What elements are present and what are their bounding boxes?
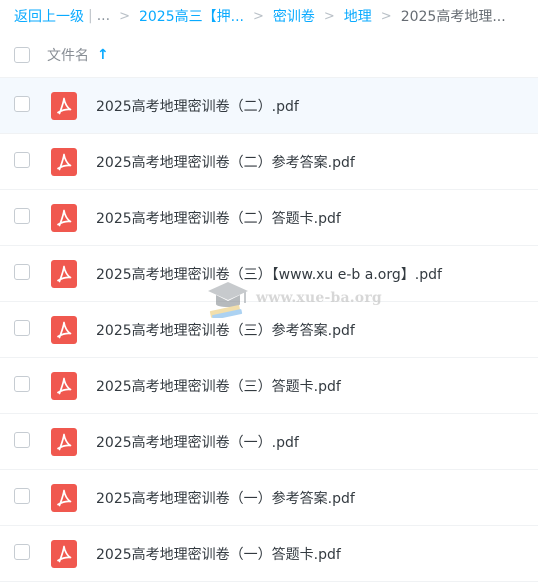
file-row[interactable]: 2025高考地理密训卷（三）答题卡.pdf	[0, 358, 538, 414]
file-row[interactable]: 2025高考地理密训卷（二）答题卡.pdf	[0, 190, 538, 246]
breadcrumb-current: 2025高考地理...	[400, 9, 506, 25]
file-row[interactable]: 2025高考地理密训卷（三）参考答案.pdf	[0, 302, 538, 358]
row-checkbox[interactable]	[14, 376, 30, 392]
pdf-icon	[51, 428, 77, 456]
pdf-icon	[51, 260, 77, 288]
file-name[interactable]: 2025高考地理密训卷（二）参考答案.pdf	[96, 152, 355, 172]
pdf-icon	[51, 92, 77, 120]
file-name[interactable]: 2025高考地理密训卷（三）【www.xu e-b a.org】.pdf	[96, 264, 442, 284]
file-row[interactable]: 2025高考地理密训卷（一）参考答案.pdf	[0, 470, 538, 526]
file-name[interactable]: 2025高考地理密训卷（一）.pdf	[96, 432, 299, 452]
pdf-icon	[51, 372, 77, 400]
select-all-checkbox[interactable]	[14, 46, 30, 63]
file-list: 2025高考地理密训卷（二）.pdf 2025高考地理密训卷（二）参考答案.pdf…	[0, 78, 538, 582]
row-checkbox[interactable]	[14, 488, 30, 504]
list-header: 文件名 ↑	[0, 32, 538, 78]
row-checkbox[interactable]	[14, 264, 30, 280]
row-checkbox[interactable]	[14, 544, 30, 560]
back-link[interactable]: 返回上一级	[14, 6, 84, 26]
file-name[interactable]: 2025高考地理密训卷（三）参考答案.pdf	[96, 320, 355, 340]
breadcrumb-pipe: |	[88, 8, 93, 24]
breadcrumb-item-exam-folder[interactable]: 2025高三【押...	[139, 6, 244, 26]
row-checkbox[interactable]	[14, 208, 30, 224]
pdf-icon	[51, 484, 77, 512]
row-checkbox[interactable]	[14, 432, 30, 448]
arrow-up-icon[interactable]: ↑	[97, 47, 109, 63]
row-checkbox[interactable]	[14, 96, 30, 112]
breadcrumb-item-geography[interactable]: 地理	[344, 6, 372, 26]
file-row[interactable]: 2025高考地理密训卷（一）.pdf	[0, 414, 538, 470]
file-row[interactable]: 2025高考地理密训卷（一）答题卡.pdf	[0, 526, 538, 582]
chevron-right-icon: >	[380, 8, 392, 24]
breadcrumb: 返回上一级 | ... > 2025高三【押... > 密训卷 > 地理 > 2…	[14, 0, 534, 32]
pdf-icon	[51, 540, 77, 568]
pdf-icon	[51, 316, 77, 344]
chevron-right-icon: >	[119, 8, 130, 24]
column-header-filename[interactable]: 文件名 ↑	[47, 45, 109, 65]
file-row[interactable]: 2025高考地理密训卷（二）参考答案.pdf	[0, 134, 538, 190]
file-name[interactable]: 2025高考地理密训卷（二）.pdf	[96, 96, 299, 116]
row-checkbox[interactable]	[14, 320, 30, 336]
column-title: 文件名	[47, 47, 89, 64]
chevron-right-icon: >	[252, 8, 264, 24]
file-row[interactable]: 2025高考地理密训卷（二）.pdf	[0, 78, 538, 134]
row-checkbox[interactable]	[14, 152, 30, 168]
pdf-icon	[51, 148, 77, 176]
breadcrumb-item-secret-papers[interactable]: 密训卷	[273, 6, 315, 26]
file-name[interactable]: 2025高考地理密训卷（一）答题卡.pdf	[96, 544, 341, 564]
file-row[interactable]: 2025高考地理密训卷（三）【www.xu e-b a.org】.pdf	[0, 246, 538, 302]
file-name[interactable]: 2025高考地理密训卷（三）答题卡.pdf	[96, 376, 341, 396]
pdf-icon	[51, 204, 77, 232]
file-name[interactable]: 2025高考地理密训卷（二）答题卡.pdf	[96, 208, 341, 228]
breadcrumb-ellipsis[interactable]: ...	[97, 8, 110, 24]
chevron-right-icon: >	[323, 8, 335, 24]
file-name[interactable]: 2025高考地理密训卷（一）参考答案.pdf	[96, 488, 355, 508]
